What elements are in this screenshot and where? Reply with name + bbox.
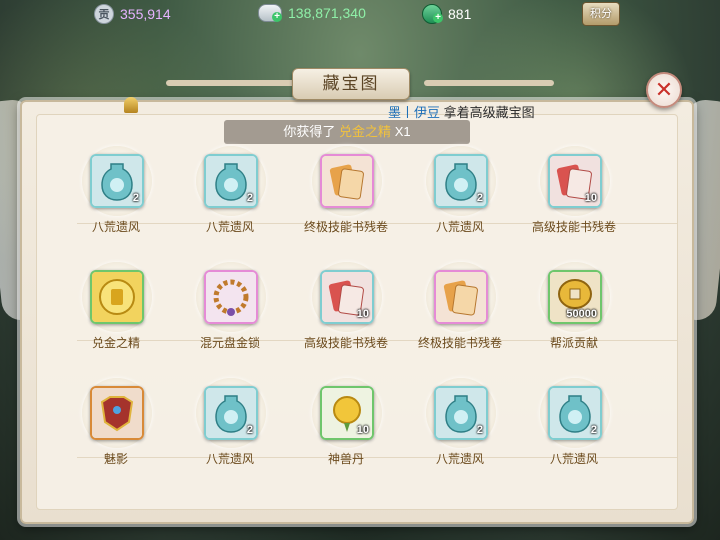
item-frame[interactable]: 50000: [548, 270, 602, 324]
reward-item[interactable]: 10 高级技能书残卷: [524, 146, 624, 246]
item-label: 八荒遗风: [435, 452, 484, 466]
contribution-value: 355,914: [120, 6, 171, 22]
item-label: 高级技能书残卷: [531, 220, 616, 234]
item-frame[interactable]: 10: [320, 270, 374, 324]
item-label: 终极技能书残卷: [303, 220, 388, 234]
toast-count: X1: [394, 124, 411, 139]
jade-value: 881: [448, 6, 472, 22]
reward-item[interactable]: 50000 帮派贡献: [524, 262, 624, 362]
item-frame[interactable]: [434, 270, 488, 324]
item-quantity: 10: [356, 308, 369, 320]
item-frame[interactable]: [90, 386, 144, 440]
reward-item[interactable]: 10 神兽丹: [296, 378, 396, 478]
reward-item[interactable]: 2 八荒遗风: [180, 146, 280, 246]
scroll-gold-icon: [322, 156, 372, 206]
contribution-currency: 贡 355,914: [94, 4, 171, 24]
reward-item[interactable]: 魅影: [66, 378, 166, 478]
item-frame[interactable]: 2: [204, 386, 258, 440]
item-frame[interactable]: 2: [204, 154, 258, 208]
add-jade-icon[interactable]: +: [433, 13, 443, 23]
item-quantity: 2: [246, 192, 253, 204]
item-frame[interactable]: 10: [320, 386, 374, 440]
reward-item[interactable]: 2 八荒遗风: [410, 146, 510, 246]
reward-item[interactable]: 兑金之精: [66, 262, 166, 362]
item-quantity: 10: [584, 192, 597, 204]
item-label: 兑金之精: [91, 336, 140, 350]
item-quantity: 2: [476, 192, 483, 204]
item-frame[interactable]: 10: [548, 154, 602, 208]
reward-item[interactable]: 终极技能书残卷: [296, 146, 396, 246]
item-label: 八荒遗风: [205, 452, 254, 466]
item-frame[interactable]: 2: [548, 386, 602, 440]
reward-item[interactable]: 2 八荒遗风: [410, 378, 510, 478]
reward-item[interactable]: 2 八荒遗风: [66, 146, 166, 246]
item-label: 八荒遗风: [435, 220, 484, 234]
reward-item[interactable]: 2 八荒遗风: [524, 378, 624, 478]
item-label: 终极技能书残卷: [417, 336, 502, 350]
item-label: 混元盘金锁: [199, 336, 260, 350]
close-button[interactable]: ✕: [646, 72, 682, 108]
silver-value: 138,871,340: [288, 5, 366, 21]
points-button[interactable]: 积分: [582, 2, 620, 26]
item-quantity: 50000: [566, 308, 597, 320]
toast-item-name: 兑金之精: [339, 124, 392, 139]
bell-icon: [124, 97, 138, 113]
jade-currency[interactable]: + 881: [422, 4, 471, 24]
item-label: 帮派贡献: [549, 336, 598, 350]
broadcast-notice: 墨丨伊豆 拿着高级藏宝图: [388, 102, 535, 121]
notice-message: 拿着高级藏宝图: [443, 105, 535, 120]
item-label: 高级技能书残卷: [303, 336, 388, 350]
contribution-icon: 贡: [94, 4, 114, 24]
add-silver-icon[interactable]: +: [272, 12, 282, 22]
item-label: 八荒遗风: [205, 220, 254, 234]
item-quantity: 10: [356, 424, 369, 436]
item-frame[interactable]: [204, 270, 258, 324]
silver-currency[interactable]: + 138,871,340: [258, 4, 366, 22]
gold-essence-icon: [92, 272, 142, 322]
armor-icon: [92, 388, 142, 438]
title-wing-right: [424, 80, 554, 86]
reward-item[interactable]: 2 八荒遗风: [180, 378, 280, 478]
item-frame[interactable]: 2: [90, 154, 144, 208]
item-quantity: 2: [132, 192, 139, 204]
item-quantity: 2: [246, 424, 253, 436]
dialog-title: 藏宝图: [292, 68, 410, 100]
reward-item[interactable]: 10 高级技能书残卷: [296, 262, 396, 362]
item-label: 魅影: [103, 452, 128, 466]
reward-item[interactable]: 混元盘金锁: [180, 262, 280, 362]
item-label: 神兽丹: [327, 452, 364, 466]
item-label: 八荒遗风: [91, 220, 140, 234]
item-quantity: 2: [476, 424, 483, 436]
item-quantity: 2: [590, 424, 597, 436]
reward-toast: 你获得了 兑金之精 X1: [224, 120, 470, 144]
item-frame[interactable]: [90, 270, 144, 324]
item-label: 八荒遗风: [549, 452, 598, 466]
item-frame[interactable]: [320, 154, 374, 208]
item-frame[interactable]: 2: [434, 386, 488, 440]
toast-prefix: 你获得了: [283, 124, 336, 139]
reward-item[interactable]: 终极技能书残卷: [410, 262, 510, 362]
notice-player-name[interactable]: 墨丨伊豆: [388, 105, 440, 120]
bead-necklace-icon: [206, 272, 256, 322]
scroll-gold-icon: [436, 272, 486, 322]
title-wing-left: [166, 80, 296, 86]
item-frame[interactable]: 2: [434, 154, 488, 208]
